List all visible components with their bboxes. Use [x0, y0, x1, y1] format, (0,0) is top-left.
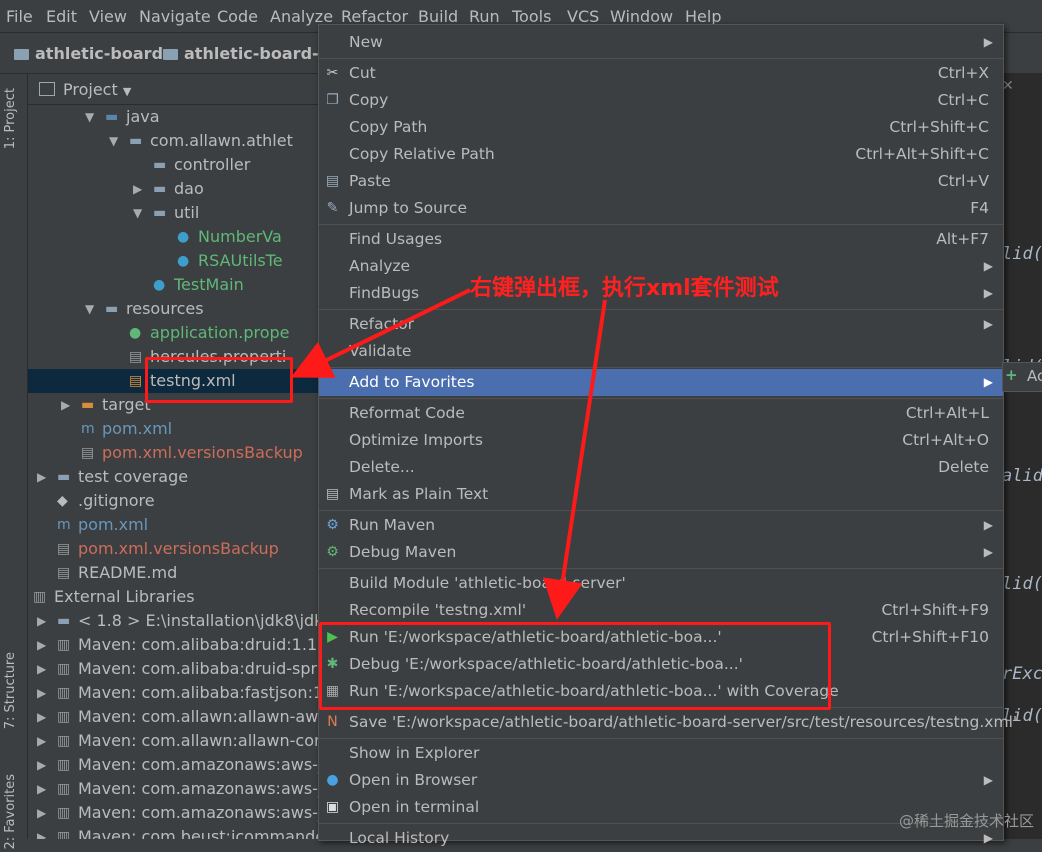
arrow-to-run [542, 299, 607, 620]
annotation-arrows [290, 288, 607, 620]
watermark: @稀土掘金技术社区 [898, 812, 1034, 830]
arrow-to-file [290, 288, 471, 378]
